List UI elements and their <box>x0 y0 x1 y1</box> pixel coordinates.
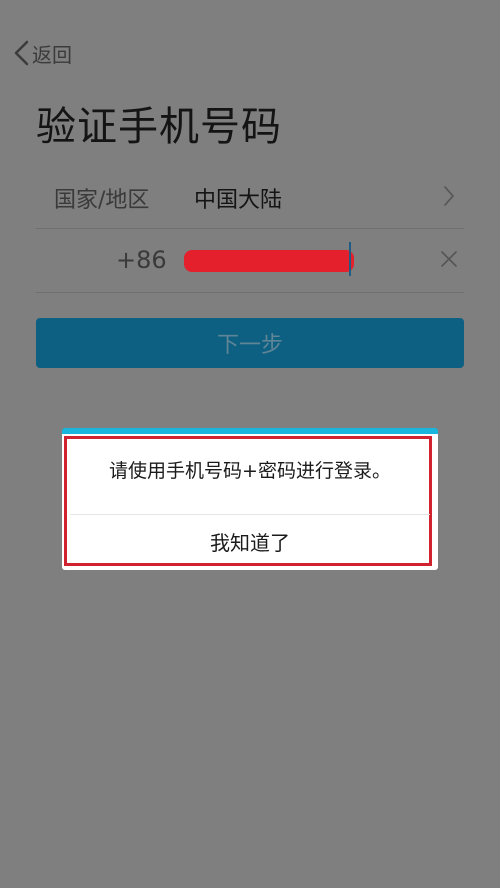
dialog-divider <box>70 514 430 515</box>
region-value: 中国大陆 <box>194 188 283 213</box>
phone-input-row: +86 <box>36 228 464 293</box>
next-step-button[interactable]: 下一步 <box>36 318 464 368</box>
chevron-right-icon <box>444 186 454 206</box>
region-selector[interactable]: 国家/地区 中国大陆 <box>36 164 464 229</box>
country-code: +86 <box>116 246 167 274</box>
phone-input[interactable] <box>184 250 354 272</box>
alert-dialog: 请使用手机号码+密码进行登录。 我知道了 <box>62 428 438 570</box>
back-button[interactable]: 返回 <box>12 38 72 68</box>
page-title: 验证手机号码 <box>36 104 282 150</box>
region-label: 国家/地区 <box>54 188 150 213</box>
chevron-left-icon <box>14 40 29 66</box>
text-cursor <box>349 242 351 276</box>
close-icon[interactable] <box>440 250 458 268</box>
screen: 返回 验证手机号码 国家/地区 中国大陆 +86 下一步 请使用手机号码+密码进… <box>0 0 500 888</box>
dialog-message: 请使用手机号码+密码进行登录。 <box>109 460 391 482</box>
dialog-confirm-button[interactable]: 我知道了 <box>122 526 378 560</box>
back-label: 返回 <box>32 42 72 67</box>
